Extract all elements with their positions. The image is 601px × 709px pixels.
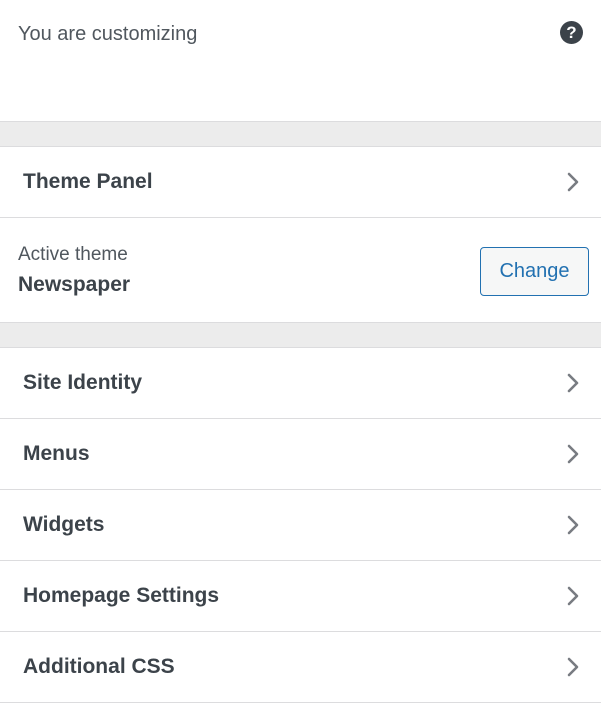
chevron-right-icon bbox=[567, 373, 579, 393]
section-gap bbox=[0, 323, 601, 348]
help-icon[interactable]: ? bbox=[560, 21, 583, 44]
widgets-section[interactable]: Widgets bbox=[0, 490, 601, 561]
customizer-header: You are customizing ? bbox=[0, 0, 601, 122]
chevron-right-icon bbox=[567, 586, 579, 606]
additional-css-label: Additional CSS bbox=[23, 655, 175, 678]
homepage-settings-label: Homepage Settings bbox=[23, 584, 220, 607]
active-theme-name: Newspaper bbox=[18, 273, 131, 296]
active-theme-caption: Active theme bbox=[18, 244, 128, 265]
chevron-right-icon bbox=[567, 444, 579, 464]
change-theme-button[interactable]: Change bbox=[480, 247, 589, 296]
site-identity-section[interactable]: Site Identity bbox=[0, 348, 601, 419]
chevron-right-icon bbox=[567, 172, 579, 192]
homepage-settings-section[interactable]: Homepage Settings bbox=[0, 561, 601, 632]
menus-label: Menus bbox=[23, 442, 90, 465]
widgets-label: Widgets bbox=[23, 513, 105, 536]
theme-panel-label: Theme Panel bbox=[23, 170, 153, 193]
chevron-right-icon bbox=[567, 657, 579, 677]
customizing-title: You are customizing bbox=[18, 23, 198, 45]
menus-section[interactable]: Menus bbox=[0, 419, 601, 490]
chevron-right-icon bbox=[567, 515, 579, 535]
section-gap bbox=[0, 122, 601, 147]
additional-css-section[interactable]: Additional CSS bbox=[0, 632, 601, 703]
site-identity-label: Site Identity bbox=[23, 371, 143, 394]
theme-panel-section[interactable]: Theme Panel bbox=[0, 147, 601, 218]
active-theme-panel: Active theme Newspaper Change bbox=[0, 218, 601, 323]
